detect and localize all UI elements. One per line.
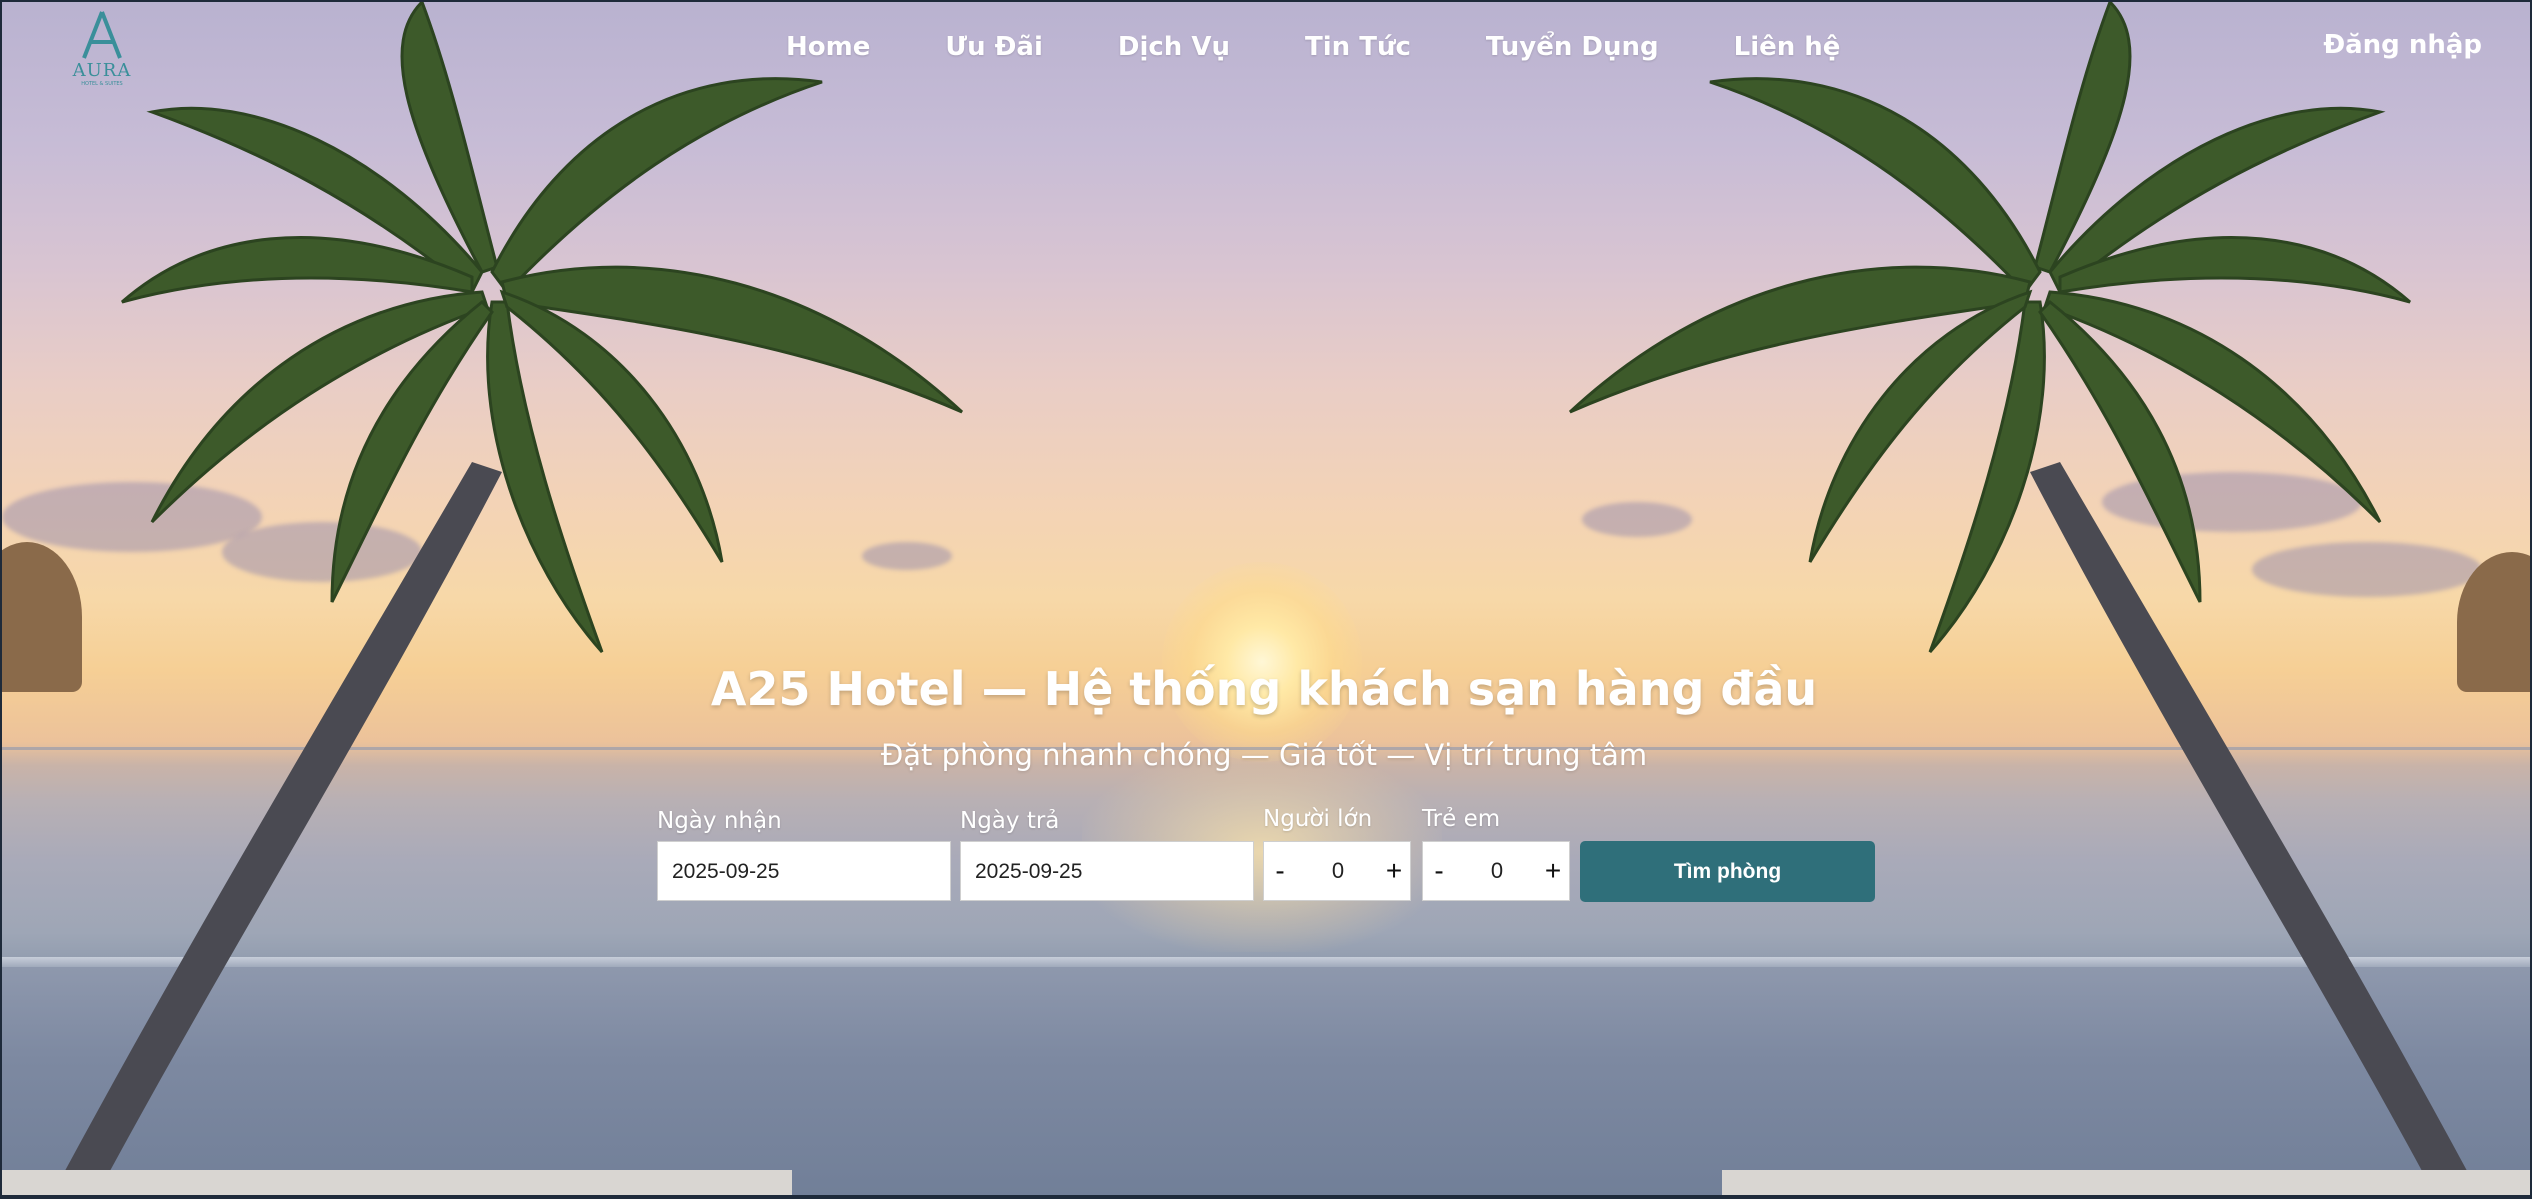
adults-label: Người lớn <box>1263 806 1373 832</box>
cloud <box>2102 472 2362 532</box>
adults-minus-button[interactable]: - <box>1266 842 1294 900</box>
top-navbar: AURA HOTEL & SUITES Home Ưu Đãi Dịch Vụ … <box>0 0 2532 100</box>
logo-mark-icon <box>82 11 122 59</box>
cloud <box>222 522 422 582</box>
logo[interactable]: AURA HOTEL & SUITES <box>70 10 134 90</box>
search-rooms-button[interactable]: Tìm phòng <box>1580 841 1875 902</box>
children-minus-button[interactable]: - <box>1425 842 1453 900</box>
adults-count[interactable]: 0 <box>1294 842 1382 900</box>
hero-title: A25 Hotel — Hệ thống khách sạn hàng đầu <box>710 662 1818 716</box>
children-label: Trẻ em <box>1422 806 1501 832</box>
checkin-label: Ngày nhận <box>657 808 782 834</box>
children-count[interactable]: 0 <box>1453 842 1541 900</box>
cloud <box>2 482 262 552</box>
deck-chair <box>2 1170 792 1195</box>
adults-stepper: - 0 + <box>1263 841 1411 901</box>
login-link[interactable]: Đăng nhập <box>2323 30 2482 60</box>
nav-item-careers[interactable]: Tuyển Dụng <box>1486 32 1659 62</box>
main-nav: Home Ưu Đãi Dịch Vụ Tin Tức Tuyển Dụng L… <box>786 32 1915 62</box>
nav-item-news[interactable]: Tin Tức <box>1305 32 1411 62</box>
logo-subtext: HOTEL & SUITES <box>81 81 123 87</box>
checkout-date-input[interactable]: 2025-09-25 <box>960 841 1254 901</box>
adults-plus-button[interactable]: + <box>1380 842 1408 900</box>
hero-banner <box>2 2 2530 1195</box>
nav-item-contact[interactable]: Liên hệ <box>1734 32 1841 62</box>
nav-item-home[interactable]: Home <box>786 32 870 62</box>
nav-item-services[interactable]: Dịch Vụ <box>1118 32 1230 62</box>
nav-item-offers[interactable]: Ưu Đãi <box>945 32 1043 62</box>
children-plus-button[interactable]: + <box>1539 842 1567 900</box>
hero-subtitle: Đặt phòng nhanh chóng — Giá tốt — Vị trí… <box>880 738 1648 772</box>
checkin-date-input[interactable]: 2025-09-25 <box>657 841 951 901</box>
cloud <box>862 542 952 570</box>
deck-chair <box>1722 1170 2530 1195</box>
cloud <box>2252 542 2482 597</box>
checkout-label: Ngày trả <box>960 808 1060 834</box>
children-stepper: - 0 + <box>1422 841 1570 901</box>
cloud <box>1582 502 1692 537</box>
logo-text: AURA <box>72 60 132 81</box>
beach-sand <box>2 967 2530 1195</box>
